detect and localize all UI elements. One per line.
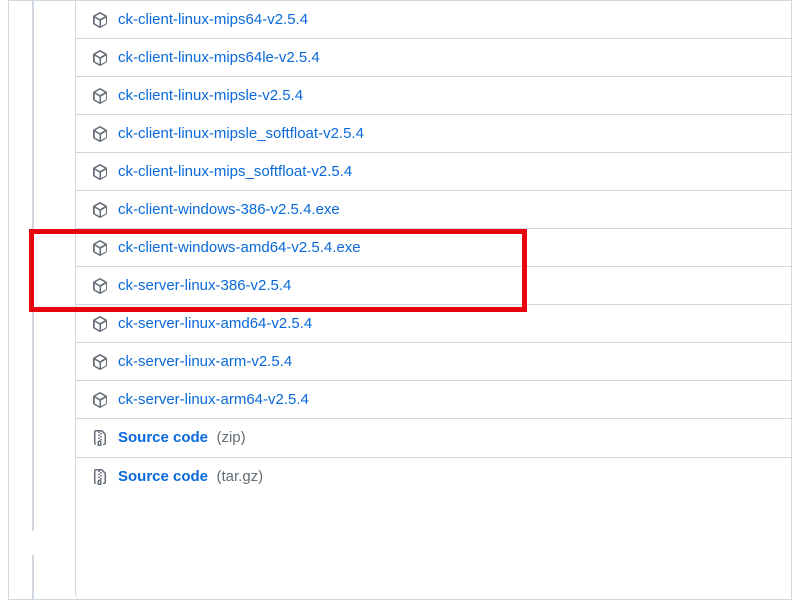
asset-link[interactable]: ck-client-linux-mips64-v2.5.4: [118, 11, 308, 28]
asset-row: ck-client-windows-amd64-v2.5.4.exe: [76, 228, 791, 266]
timeline-break: [21, 531, 45, 555]
asset-row: ck-client-linux-mips64le-v2.5.4: [76, 38, 791, 76]
package-icon: [92, 12, 108, 28]
asset-row: ck-client-windows-386-v2.5.4.exe: [76, 190, 791, 228]
package-icon: [92, 278, 108, 294]
source-code-label: Source code: [118, 468, 208, 485]
asset-row: ck-server-linux-arm-v2.5.4: [76, 342, 791, 380]
asset-row: ck-client-linux-mips64-v2.5.4: [76, 1, 791, 38]
asset-row: ck-client-linux-mipsle_softfloat-v2.5.4: [76, 114, 791, 152]
package-icon: [92, 316, 108, 332]
asset-row: ck-client-linux-mips_softfloat-v2.5.4: [76, 152, 791, 190]
file-zip-icon: [92, 469, 108, 485]
package-icon: [92, 126, 108, 142]
source-code-ext: (zip): [216, 429, 245, 446]
asset-link[interactable]: ck-client-linux-mips64le-v2.5.4: [118, 49, 320, 66]
asset-link[interactable]: ck-server-linux-amd64-v2.5.4: [118, 315, 312, 332]
package-icon: [92, 240, 108, 256]
asset-link[interactable]: ck-client-linux-mips_softfloat-v2.5.4: [118, 163, 352, 180]
asset-link[interactable]: ck-client-linux-mipsle-v2.5.4: [118, 87, 303, 104]
assets-list: ck-client-linux-mips64-v2.5.4 ck-client-…: [75, 1, 791, 599]
asset-row: Source code (tar.gz): [76, 457, 791, 496]
timeline-line: [32, 1, 34, 599]
package-icon: [92, 88, 108, 104]
asset-row: ck-server-linux-386-v2.5.4: [76, 266, 791, 304]
asset-row: ck-server-linux-arm64-v2.5.4: [76, 380, 791, 418]
package-icon: [92, 392, 108, 408]
asset-row: Source code (zip): [76, 418, 791, 457]
asset-link[interactable]: ck-server-linux-arm-v2.5.4: [118, 353, 292, 370]
asset-link[interactable]: ck-client-windows-386-v2.5.4.exe: [118, 201, 340, 218]
asset-link[interactable]: ck-server-linux-arm64-v2.5.4: [118, 391, 309, 408]
file-zip-icon: [92, 430, 108, 446]
asset-link[interactable]: ck-server-linux-386-v2.5.4: [118, 277, 291, 294]
asset-link[interactable]: ck-client-windows-amd64-v2.5.4.exe: [118, 239, 361, 256]
asset-link[interactable]: ck-client-linux-mipsle_softfloat-v2.5.4: [118, 125, 364, 142]
source-code-link[interactable]: Source code (tar.gz): [118, 468, 263, 486]
package-icon: [92, 164, 108, 180]
package-icon: [92, 50, 108, 66]
asset-row: ck-server-linux-amd64-v2.5.4: [76, 304, 791, 342]
source-code-link[interactable]: Source code (zip): [118, 429, 246, 447]
source-code-label: Source code: [118, 429, 208, 446]
package-icon: [92, 354, 108, 370]
source-code-ext: (tar.gz): [216, 468, 263, 485]
asset-row: ck-client-linux-mipsle-v2.5.4: [76, 76, 791, 114]
package-icon: [92, 202, 108, 218]
page-frame: ck-client-linux-mips64-v2.5.4 ck-client-…: [8, 0, 792, 600]
